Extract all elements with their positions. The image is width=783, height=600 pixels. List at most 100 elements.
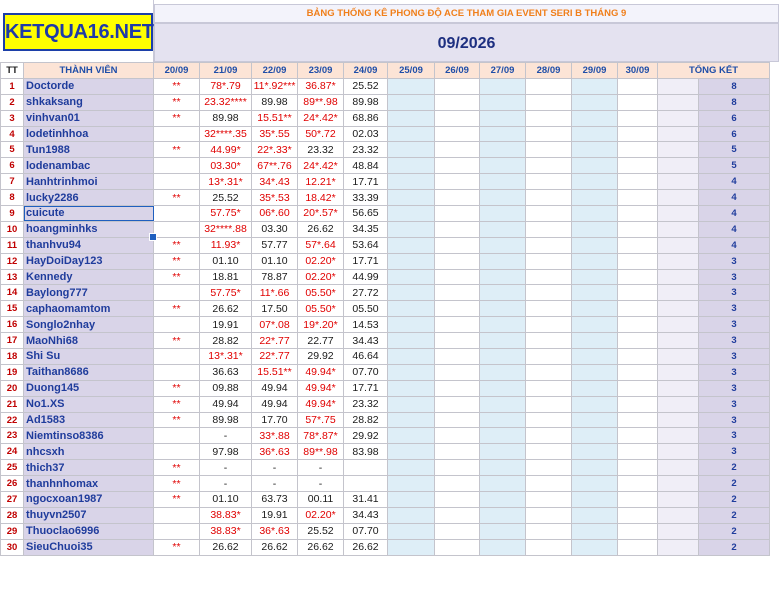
total-spacer-cell[interactable] (657, 363, 699, 381)
col-header-date[interactable]: 23/09 (297, 62, 344, 79)
empty-day-cell[interactable] (387, 252, 435, 270)
result-cell[interactable]: 33*.88 (251, 427, 298, 445)
empty-day-cell[interactable] (571, 141, 618, 159)
result-cell[interactable]: 35*.53 (251, 189, 298, 207)
empty-day-cell[interactable] (571, 300, 618, 318)
result-cell[interactable]: 05.50* (297, 284, 344, 302)
total-cell[interactable]: 2 (698, 459, 770, 477)
empty-day-cell[interactable] (525, 236, 572, 254)
total-spacer-cell[interactable] (657, 522, 699, 540)
empty-day-cell[interactable] (617, 332, 658, 350)
empty-day-cell[interactable] (434, 205, 480, 222)
row-number[interactable]: 3 (0, 109, 24, 127)
result-cell[interactable]: - (297, 459, 344, 477)
empty-day-cell[interactable] (479, 189, 526, 207)
empty-day-cell[interactable] (479, 491, 526, 508)
empty-day-cell[interactable] (617, 348, 658, 365)
result-cell[interactable]: 05.50 (343, 300, 388, 318)
empty-day-cell[interactable] (387, 491, 435, 508)
total-cell[interactable]: 2 (698, 506, 770, 524)
empty-day-cell[interactable] (387, 141, 435, 159)
empty-day-cell[interactable] (525, 284, 572, 302)
row-number[interactable]: 13 (0, 268, 24, 286)
empty-day-cell[interactable] (617, 157, 658, 175)
empty-day-cell[interactable] (434, 173, 480, 191)
result-cell[interactable]: 29.92 (297, 348, 344, 365)
result-cell[interactable]: - (297, 475, 344, 493)
empty-day-cell[interactable] (479, 427, 526, 445)
total-spacer-cell[interactable] (657, 77, 699, 95)
result-cell[interactable]: 03.30 (251, 220, 298, 238)
row-number[interactable]: 8 (0, 189, 24, 207)
result-cell[interactable]: 28.82 (199, 332, 252, 350)
member-name[interactable]: Hanhtrinhmoi (23, 173, 154, 191)
empty-day-cell[interactable] (387, 363, 435, 381)
empty-day-cell[interactable] (387, 93, 435, 111)
result-cell[interactable]: - (251, 459, 298, 477)
result-cell[interactable]: 17.50 (251, 300, 298, 318)
result-cell[interactable]: - (199, 459, 252, 477)
row-number[interactable]: 6 (0, 157, 24, 175)
col-header-member[interactable]: THÀNH VIÊN (23, 62, 154, 79)
empty-day-cell[interactable] (617, 522, 658, 540)
empty-day-cell[interactable] (387, 538, 435, 556)
result-cell[interactable]: 20*.57* (297, 205, 344, 222)
result-cell[interactable]: 49.94* (297, 395, 344, 413)
total-cell[interactable]: 6 (698, 125, 770, 143)
empty-day-cell[interactable] (571, 220, 618, 238)
result-cell[interactable]: 11*.66 (251, 284, 298, 302)
empty-day-cell[interactable] (479, 205, 526, 222)
total-spacer-cell[interactable] (657, 538, 699, 556)
result-cell[interactable]: 23.32**** (199, 93, 252, 111)
empty-day-cell[interactable] (387, 189, 435, 207)
empty-day-cell[interactable] (525, 411, 572, 429)
empty-day-cell[interactable] (434, 77, 480, 95)
member-name[interactable]: vinhvan01 (23, 109, 154, 127)
result-cell[interactable]: 78*.79 (199, 77, 252, 95)
result-cell[interactable] (153, 443, 200, 461)
empty-day-cell[interactable] (571, 189, 618, 207)
empty-day-cell[interactable] (571, 93, 618, 111)
result-cell[interactable]: 22*.77 (251, 332, 298, 350)
row-number[interactable]: 12 (0, 252, 24, 270)
total-cell[interactable]: 4 (698, 173, 770, 191)
col-header-date[interactable]: 28/09 (525, 62, 572, 79)
result-cell[interactable]: 32****.35 (199, 125, 252, 143)
empty-day-cell[interactable] (617, 252, 658, 270)
member-name[interactable]: Doctorde (23, 77, 154, 95)
result-cell[interactable]: 49.94* (297, 363, 344, 381)
member-name[interactable]: Shi Su (23, 348, 154, 365)
empty-day-cell[interactable] (525, 443, 572, 461)
empty-day-cell[interactable] (571, 522, 618, 540)
empty-day-cell[interactable] (479, 379, 526, 397)
empty-day-cell[interactable] (571, 332, 618, 350)
total-cell[interactable]: 2 (698, 491, 770, 508)
result-cell[interactable]: 89**.98 (297, 443, 344, 461)
result-cell[interactable] (153, 220, 200, 238)
result-cell[interactable]: 02.20* (297, 252, 344, 270)
result-cell[interactable]: 63.73 (251, 491, 298, 508)
total-cell[interactable]: 2 (698, 475, 770, 493)
result-cell[interactable]: 89.98 (199, 411, 252, 429)
result-cell[interactable]: - (199, 475, 252, 493)
result-cell[interactable]: 17.71 (343, 173, 388, 191)
empty-day-cell[interactable] (479, 77, 526, 95)
empty-day-cell[interactable] (525, 268, 572, 286)
total-cell[interactable]: 4 (698, 205, 770, 222)
result-cell[interactable] (153, 348, 200, 365)
result-cell[interactable]: 32****.88 (199, 220, 252, 238)
empty-day-cell[interactable] (479, 220, 526, 238)
result-cell[interactable]: 19.91 (251, 506, 298, 524)
total-spacer-cell[interactable] (657, 491, 699, 508)
empty-day-cell[interactable] (571, 411, 618, 429)
result-cell[interactable] (153, 205, 200, 222)
empty-day-cell[interactable] (479, 173, 526, 191)
total-spacer-cell[interactable] (657, 220, 699, 238)
empty-day-cell[interactable] (571, 379, 618, 397)
empty-day-cell[interactable] (434, 189, 480, 207)
total-spacer-cell[interactable] (657, 348, 699, 365)
result-cell[interactable]: 26.62 (343, 538, 388, 556)
empty-day-cell[interactable] (387, 300, 435, 318)
total-spacer-cell[interactable] (657, 411, 699, 429)
empty-day-cell[interactable] (571, 268, 618, 286)
